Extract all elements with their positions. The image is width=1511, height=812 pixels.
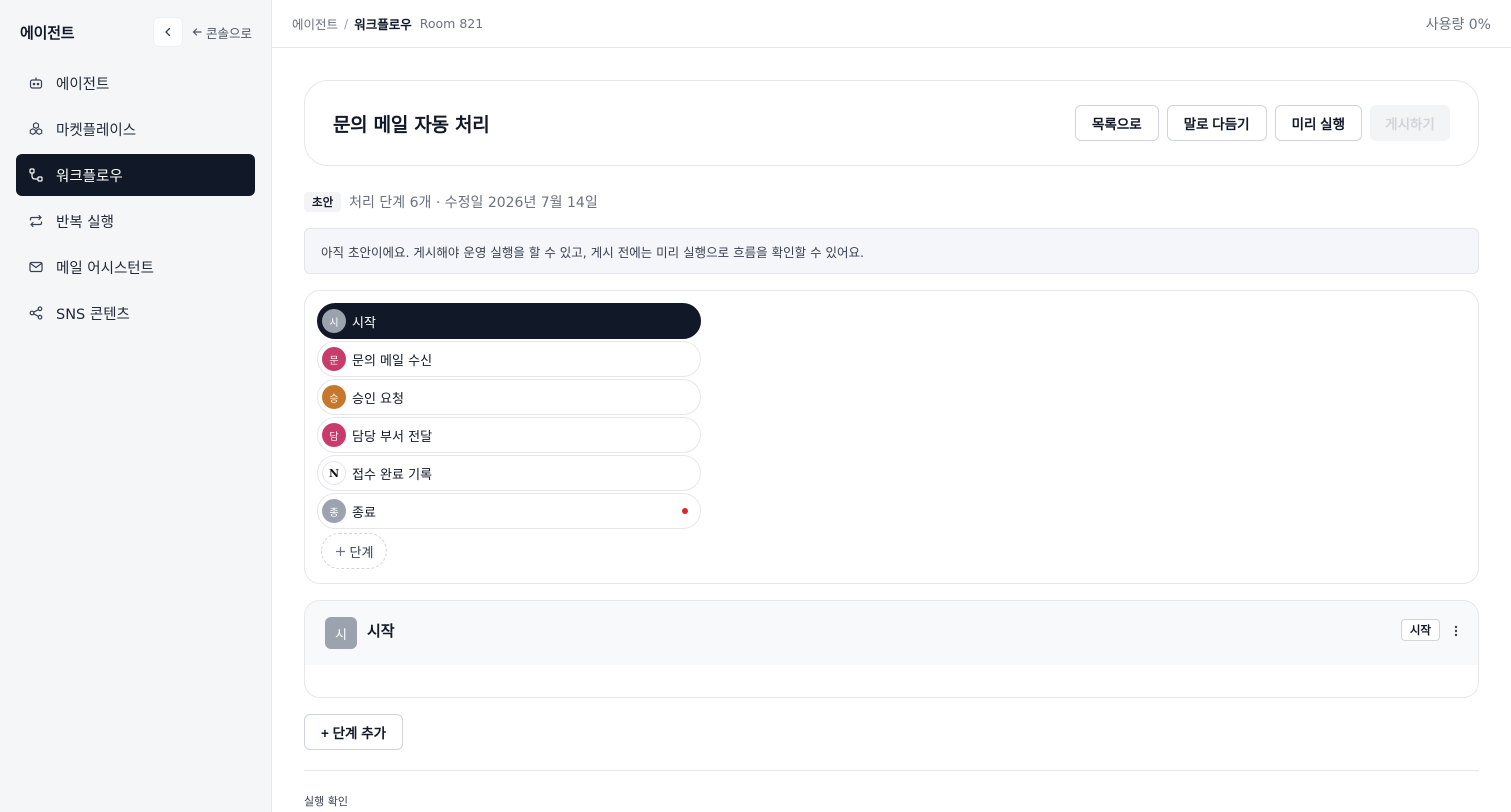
publish-button[interactable]: 게시하기 [1370, 105, 1450, 141]
sidebar-item-repeat-run[interactable]: 반복 실행 [16, 200, 255, 242]
sidebar-item-label: 에이전트 [56, 76, 110, 93]
sidebar-header: 에이전트 콘솔으로 [20, 16, 252, 48]
cubes-icon [29, 122, 43, 136]
bot-icon [29, 77, 43, 89]
workflow-icon [29, 168, 43, 182]
workflow-header-card: 문의 메일 자동 처리 목록으로 말로 다듬기 미리 실행 게시하기 [304, 80, 1479, 166]
step-label: 담당 부서 전달 [352, 429, 433, 445]
step-avatar: 승 [322, 385, 346, 409]
step-label: 시작 [352, 315, 376, 331]
step-item-log-complete[interactable]: N 접수 완료 기록 [317, 455, 701, 491]
step-item-start[interactable]: 시 시작 [317, 303, 701, 339]
breadcrumb-separator: / [344, 16, 349, 31]
room-label: Room 821 [419, 16, 484, 31]
meta-text: 처리 단계 6개 · 수정일 2026년 7월 14일 [349, 195, 598, 211]
step-label: 종료 [352, 505, 376, 521]
step-type-badge: 시작 [1400, 619, 1440, 641]
mail-icon [29, 261, 43, 273]
sidebar-nav: 에이전트 마켓플레이스 워크플로우 반복 실행 메일 어시스턴트 SNS 콘텐츠 [16, 62, 255, 338]
more-options-icon[interactable] [1454, 623, 1458, 642]
sidebar-item-label: 워크플로우 [56, 168, 123, 185]
step-avatar: 문 [322, 347, 346, 371]
step-item-forward-department[interactable]: 담 담당 부서 전달 [317, 417, 701, 453]
draft-notice: 아직 초안이에요. 게시해야 운영 실행을 할 수 있고, 게시 전에는 미리 … [304, 228, 1479, 274]
main-content: 문의 메일 자동 처리 목록으로 말로 다듬기 미리 실행 게시하기 초안 처리… [304, 80, 1479, 809]
topbar: 에이전트 / 워크플로우 Room 821 사용량 0% [272, 0, 1511, 48]
step-avatar: 담 [322, 423, 346, 447]
error-dot-icon [682, 508, 688, 514]
step-avatar: 종 [322, 499, 346, 523]
step-detail-card: 시 시작 시작 [304, 600, 1479, 698]
run-check-label: 실행 확인 [304, 795, 348, 808]
back-to-list-button[interactable]: 목록으로 [1075, 105, 1159, 141]
status-badge: 초안 [304, 192, 342, 212]
collapse-sidebar-button[interactable] [152, 17, 183, 47]
sidebar-item-label: SNS 콘텐츠 [56, 306, 130, 323]
sidebar-item-marketplace[interactable]: 마켓플레이스 [16, 108, 255, 150]
preview-run-button[interactable]: 미리 실행 [1274, 105, 1362, 141]
step-avatar: 시 [322, 309, 346, 333]
breadcrumb-current[interactable]: 워크플로우 [354, 14, 412, 33]
sidebar-item-label: 반복 실행 [56, 214, 114, 231]
section-divider [304, 770, 1479, 771]
sidebar-item-agents[interactable]: 에이전트 [16, 62, 255, 104]
sidebar-item-label: 메일 어시스턴트 [56, 260, 154, 277]
repeat-icon [29, 214, 43, 228]
console-link-label: 콘솔으로 [205, 25, 252, 41]
notion-icon: N [322, 461, 346, 485]
arrow-left-icon [192, 28, 202, 36]
step-detail-avatar: 시 [325, 617, 357, 649]
add-step-button[interactable]: + 단계 추가 [304, 714, 404, 750]
sidebar-item-sns-content[interactable]: SNS 콘텐츠 [16, 292, 255, 334]
refine-by-text-button[interactable]: 말로 다듬기 [1166, 105, 1267, 141]
page-title: 문의 메일 자동 처리 [333, 113, 490, 136]
console-link[interactable]: 콘솔으로 [191, 23, 252, 42]
add-step-label: 단계 [349, 545, 374, 561]
step-item-approval-request[interactable]: 승 승인 요청 [317, 379, 701, 415]
step-detail-title: 시작 [367, 622, 395, 640]
step-label: 승인 요청 [352, 391, 404, 407]
usage-indicator: 사용량 0% [1425, 16, 1491, 33]
steps-card: 시 시작 문 문의 메일 수신 승 승인 요청 담 담당 부서 전달 N 접수 … [304, 290, 1479, 584]
workflow-meta: 초안 처리 단계 6개 · 수정일 2026년 7월 14일 [304, 192, 1479, 212]
chevron-left-icon [165, 27, 171, 37]
step-detail-header[interactable]: 시 시작 시작 [305, 601, 1478, 665]
step-label: 접수 완료 기록 [352, 467, 433, 483]
step-item-end[interactable]: 종 종료 [317, 493, 701, 529]
share-icon [29, 306, 43, 320]
sidebar-item-mail-assistant[interactable]: 메일 어시스턴트 [16, 246, 255, 288]
step-label: 문의 메일 수신 [352, 353, 433, 369]
breadcrumb-root[interactable]: 에이전트 [292, 14, 338, 33]
add-step-inline-button[interactable]: 단계 [321, 533, 387, 569]
sidebar-item-workflow[interactable]: 워크플로우 [16, 154, 255, 196]
plus-icon [335, 546, 345, 556]
brand-title: 에이전트 [20, 23, 75, 42]
step-item-receive-mail[interactable]: 문 문의 메일 수신 [317, 341, 701, 377]
sidebar: 에이전트 콘솔으로 에이전트 마켓플레이스 워크플로우 반복 실행 메일 어시스… [0, 0, 272, 812]
sidebar-item-label: 마켓플레이스 [56, 122, 137, 139]
